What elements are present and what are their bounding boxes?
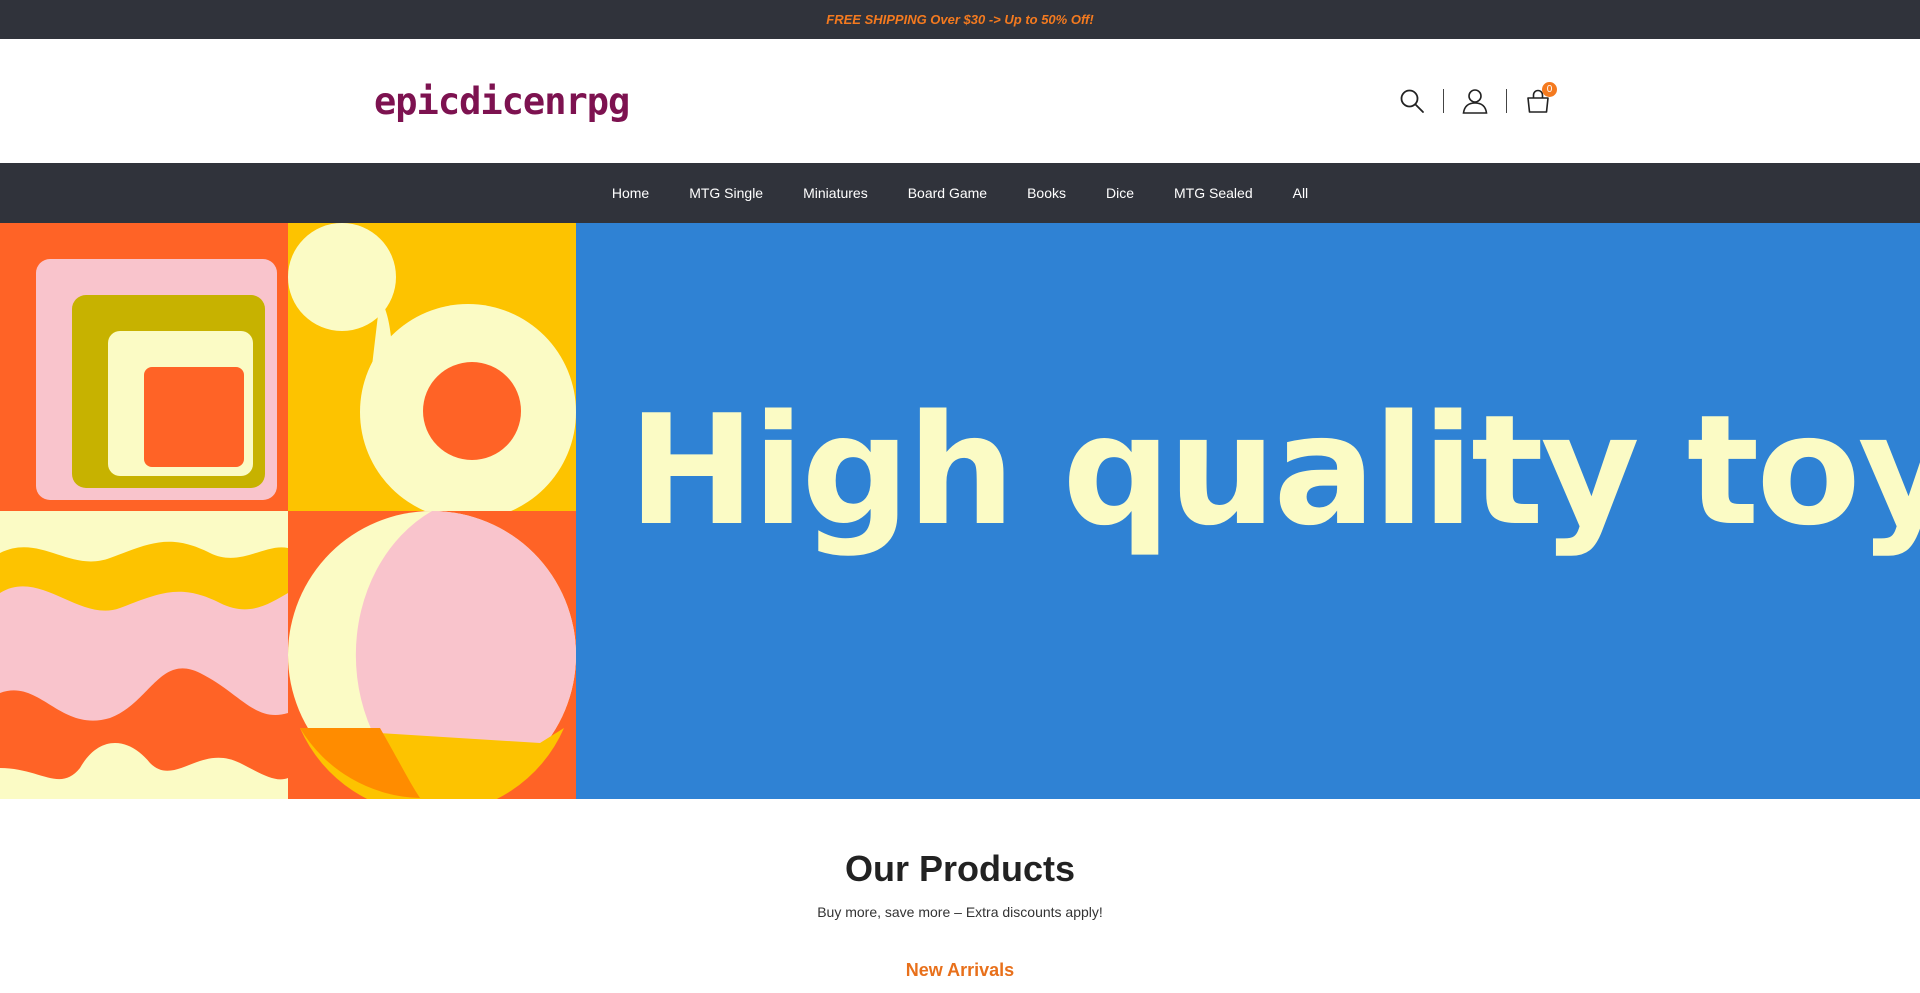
products-heading: Our Products bbox=[844, 848, 1076, 889]
nav-item-books[interactable]: Books bbox=[1027, 185, 1066, 201]
header-divider bbox=[1443, 89, 1444, 113]
nav-item-all[interactable]: All bbox=[1293, 185, 1309, 201]
site-header: epicdicenrpg 0 bbox=[0, 39, 1920, 163]
cart-icon[interactable]: 0 bbox=[1521, 82, 1557, 118]
nav-item-miniatures[interactable]: Miniatures bbox=[803, 185, 868, 201]
announcement-text: FREE SHIPPING Over $30 -> Up to 50% Off! bbox=[826, 12, 1094, 27]
cart-count-badge: 0 bbox=[1542, 82, 1557, 97]
hero-illustration bbox=[0, 223, 576, 799]
products-section: Our Products Buy more, save more – Extra… bbox=[0, 799, 1920, 993]
nav-item-board-game[interactable]: Board Game bbox=[908, 185, 987, 201]
header-divider bbox=[1506, 89, 1507, 113]
account-icon[interactable] bbox=[1458, 84, 1492, 118]
nav-item-home[interactable]: Home bbox=[612, 185, 649, 201]
nav-item-mtg-sealed[interactable]: MTG Sealed bbox=[1174, 185, 1253, 201]
products-subtitle: Buy more, save more – Extra discounts ap… bbox=[817, 904, 1103, 920]
nav-item-dice[interactable]: Dice bbox=[1106, 185, 1134, 201]
nav-item-mtg-single[interactable]: MTG Single bbox=[689, 185, 763, 201]
hero-title: High quality toys bbox=[628, 382, 1920, 559]
main-nav: Home MTG Single Miniatures Board Game Bo… bbox=[0, 163, 1920, 223]
site-logo[interactable]: epicdicenrpg bbox=[374, 83, 630, 120]
search-icon[interactable] bbox=[1395, 84, 1429, 118]
tab-new-arrivals[interactable]: New Arrivals bbox=[906, 960, 1014, 981]
hero-banner[interactable]: High quality toys bbox=[0, 223, 1920, 799]
header-icons: 0 bbox=[1395, 82, 1557, 118]
announcement-bar: FREE SHIPPING Over $30 -> Up to 50% Off! bbox=[0, 0, 1920, 39]
